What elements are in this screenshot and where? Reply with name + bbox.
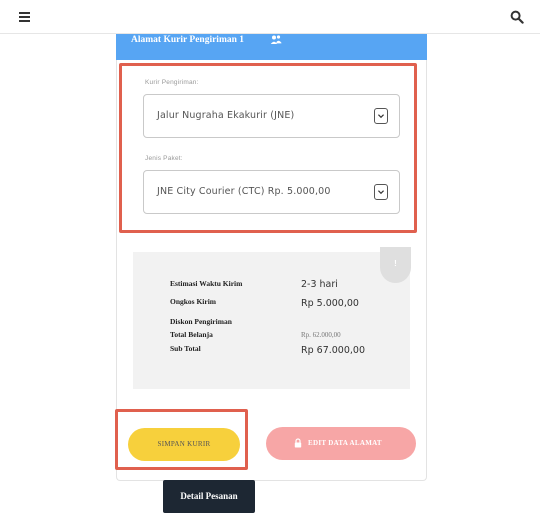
lock-icon xyxy=(294,438,302,448)
top-navbar xyxy=(0,0,540,34)
info-badge-text: ! xyxy=(394,259,397,268)
info-badge[interactable]: ! xyxy=(380,247,411,283)
card-header: Alamat Kurir Pengiriman 1 xyxy=(116,34,427,60)
package-select-value: JNE City Courier (CTC) Rp. 5.000,00 xyxy=(157,186,331,197)
summary-label-shipping-discount: Diskon Pengiriman xyxy=(170,317,232,326)
summary-label-eta: Estimasi Waktu Kirim xyxy=(170,279,243,288)
summary-value-shipping-cost: Rp 5.000,00 xyxy=(301,298,359,309)
card-title-text: Alamat Kurir Pengiriman 1 xyxy=(131,35,245,45)
summary-label-shipping-cost: Ongkos Kirim xyxy=(170,297,217,306)
summary-value-subtotal: Rp 67.000,00 xyxy=(301,345,365,356)
users-icon xyxy=(270,35,282,44)
summary-label-subtotal: Sub Total xyxy=(170,344,201,353)
edit-address-button[interactable]: EDIT DATA ALAMAT xyxy=(266,427,416,460)
order-detail-button-label: Detail Pesanan xyxy=(180,491,238,501)
package-select[interactable]: JNE City Courier (CTC) Rp. 5.000,00 xyxy=(143,170,400,214)
save-courier-button[interactable]: SIMPAN KURIR xyxy=(128,428,240,461)
summary-label-total-shopping: Total Belanja xyxy=(170,330,213,339)
order-detail-button[interactable]: Detail Pesanan xyxy=(163,480,255,513)
hamburger-menu-icon[interactable] xyxy=(19,12,30,22)
edit-address-button-label: EDIT DATA ALAMAT xyxy=(308,439,382,447)
card-title: Alamat Kurir Pengiriman 1 xyxy=(131,34,282,46)
summary-value-eta: 2-3 hari xyxy=(301,279,338,290)
courier-label: Kurir Pengiriman: xyxy=(145,79,199,86)
package-label: Jenis Paket: xyxy=(145,155,183,162)
courier-select-value: Jalur Nugraha Ekakurir (JNE) xyxy=(157,110,295,121)
chevron-down-icon xyxy=(374,108,388,124)
save-courier-button-label: SIMPAN KURIR xyxy=(157,440,211,448)
courier-select[interactable]: Jalur Nugraha Ekakurir (JNE) xyxy=(143,94,400,138)
summary-value-total-shopping: Rp. 62.000,00 xyxy=(301,331,341,339)
chevron-down-icon xyxy=(374,184,388,200)
search-icon[interactable] xyxy=(510,10,524,24)
